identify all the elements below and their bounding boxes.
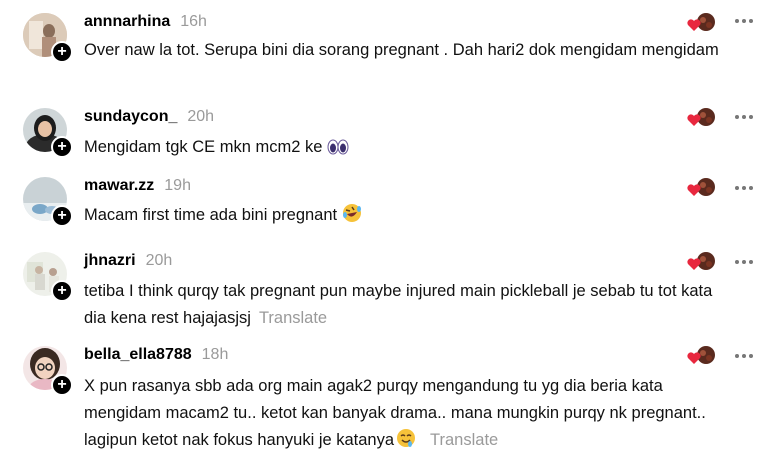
follow-plus-icon[interactable]: +	[51, 374, 73, 396]
username[interactable]: mawar.zz	[84, 177, 154, 195]
avatar-wrap[interactable]: +	[23, 346, 73, 396]
username[interactable]: annnarhina	[84, 13, 170, 31]
follow-plus-icon[interactable]: +	[51, 41, 73, 63]
comment-item: + mawar.zz 19h Macam first time ada bini…	[0, 165, 781, 240]
comment-text: Mengidam tgk CE mkn mcm2 ke	[84, 134, 724, 161]
follow-plus-icon[interactable]: +	[51, 280, 73, 302]
avatar-wrap[interactable]: +	[23, 252, 73, 302]
more-options-icon[interactable]	[735, 184, 757, 192]
timestamp: 18h	[201, 346, 229, 363]
more-options-icon[interactable]	[735, 113, 757, 121]
eyes-emoji	[327, 139, 349, 155]
comment-text: Macam first time ada bini pregnant	[84, 202, 724, 229]
more-options-icon[interactable]	[735, 352, 757, 360]
avatar-wrap[interactable]: +	[23, 13, 73, 63]
comment-header: bella_ella8788 18h	[84, 346, 228, 364]
follow-plus-icon[interactable]: +	[51, 205, 73, 227]
comment-body: Mengidam tgk CE mkn mcm2 ke	[84, 138, 327, 156]
comment-body: tetiba I think qurqy tak pregnant pun ma…	[84, 282, 713, 327]
avatar-wrap[interactable]: +	[23, 108, 73, 158]
timestamp: 16h	[180, 13, 207, 30]
reaction-icon[interactable]	[687, 177, 717, 199]
reaction-icon[interactable]	[687, 345, 717, 367]
rofl-emoji	[342, 204, 361, 222]
translate-link[interactable]: Translate	[430, 431, 498, 449]
comment-text: Over naw la tot. Serupa bini dia sorang …	[84, 37, 724, 64]
follow-plus-icon[interactable]: +	[51, 136, 73, 158]
comment-body: Over naw la tot. Serupa bini dia sorang …	[84, 41, 719, 59]
comment-body: Macam first time ada bini pregnant	[84, 206, 342, 224]
timestamp: 20h	[187, 108, 215, 125]
avatar-wrap[interactable]: +	[23, 177, 73, 227]
comment-body: X pun rasanya sbb ada org main agak2 pur…	[84, 377, 706, 449]
more-options-icon[interactable]	[735, 258, 757, 266]
comment-item: + jhnazri 20h tetiba I think qurqy tak p…	[0, 240, 781, 340]
username[interactable]: bella_ella8788	[84, 346, 192, 364]
reaction-icon[interactable]	[687, 251, 717, 273]
comment-header: mawar.zz 19h	[84, 177, 191, 195]
reaction-icon[interactable]	[687, 12, 717, 34]
username[interactable]: jhnazri	[84, 252, 136, 270]
timestamp: 20h	[145, 252, 173, 269]
comment-item: + sundaycon_ 20h Mengidam tgk CE mkn mcm…	[0, 95, 781, 165]
comment-text: tetiba I think qurqy tak pregnant pun ma…	[84, 278, 724, 332]
translate-link[interactable]: Translate	[259, 309, 327, 327]
more-options-icon[interactable]	[735, 17, 757, 25]
drooling-emoji	[397, 429, 416, 447]
username[interactable]: sundaycon_	[84, 108, 177, 126]
comment-item: + annnarhina 16h Over naw la tot. Serupa…	[0, 0, 781, 95]
comment-header: jhnazri 20h	[84, 252, 172, 270]
comment-header: annnarhina 16h	[84, 13, 207, 31]
timestamp: 19h	[164, 177, 191, 194]
comment-header: sundaycon_ 20h	[84, 108, 214, 126]
comment-item: + bella_ella8788 18h X pun rasanya sbb a…	[0, 340, 781, 453]
comment-text: X pun rasanya sbb ada org main agak2 pur…	[84, 373, 734, 453]
reaction-icon[interactable]	[687, 107, 717, 129]
